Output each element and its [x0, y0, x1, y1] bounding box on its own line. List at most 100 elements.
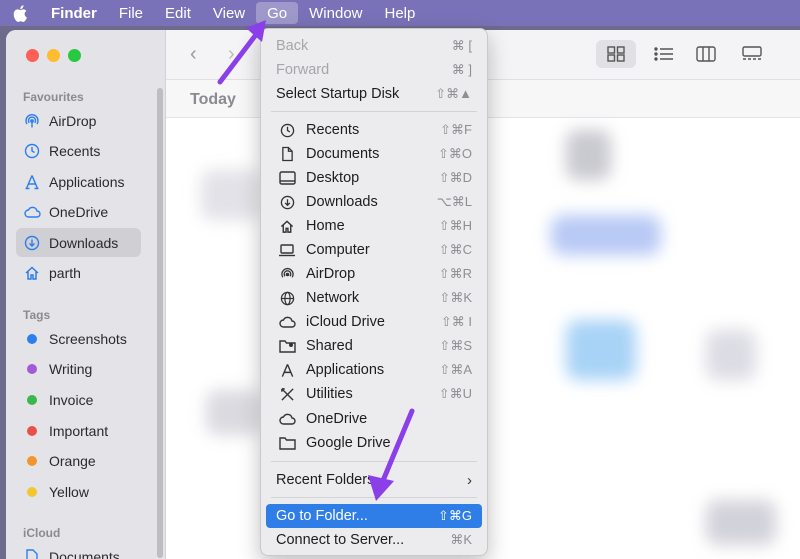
- tags-heading: Tags: [23, 308, 51, 322]
- sidebar-tag-screenshots[interactable]: Screenshots: [16, 324, 141, 353]
- blurred-file-thumbnail[interactable]: [566, 320, 636, 380]
- sidebar-item-documents[interactable]: Documents: [16, 542, 141, 559]
- sidebar: Favourites AirDrop Recents Applications …: [6, 30, 166, 559]
- menu-item-connect-to-server[interactable]: Connect to Server... ⌘K: [266, 528, 482, 552]
- menu-finder[interactable]: Finder: [40, 0, 108, 26]
- menu-shortcut: ⇧⌘A: [439, 362, 472, 377]
- applications-icon: [23, 174, 41, 190]
- icon-view-button[interactable]: [596, 40, 636, 68]
- sidebar-item-label: AirDrop: [49, 112, 97, 129]
- menu-item-forward[interactable]: Forward ⌘ ]: [266, 58, 482, 82]
- menu-item-back[interactable]: Back ⌘ [: [266, 34, 482, 58]
- close-button[interactable]: [26, 49, 39, 62]
- sidebar-item-parth[interactable]: parth: [16, 258, 141, 287]
- sidebar-tag-important[interactable]: Important: [16, 416, 141, 445]
- home-icon: [23, 265, 41, 281]
- menu-shortcut: ⇧⌘D: [438, 170, 472, 185]
- sidebar-tag-yellow[interactable]: Yellow: [16, 477, 141, 506]
- sidebar-item-label: Yellow: [49, 483, 89, 500]
- menu-help[interactable]: Help: [374, 0, 427, 26]
- tag-dot-icon: [27, 363, 37, 374]
- back-chevron-icon[interactable]: ‹: [190, 43, 197, 66]
- blurred-file-thumbnail[interactable]: [706, 500, 776, 545]
- blurred-file-thumbnail[interactable]: [201, 170, 261, 220]
- sidebar-tag-orange[interactable]: Orange: [16, 446, 141, 475]
- sidebar-item-label: Downloads: [49, 234, 119, 251]
- shared-folder-icon: [276, 339, 298, 353]
- sidebar-item-label: Recents: [49, 142, 101, 159]
- blurred-file-thumbnail[interactable]: [551, 215, 661, 255]
- list-view-button[interactable]: [644, 40, 684, 68]
- folder-icon: [276, 436, 298, 450]
- download-icon: [276, 195, 298, 210]
- sidebar-item-label: parth: [49, 264, 81, 281]
- menu-item-recents[interactable]: Recents ⇧⌘F: [266, 118, 482, 142]
- blurred-file-thumbnail[interactable]: [706, 330, 756, 380]
- menu-shortcut: ⌘ [: [451, 38, 472, 53]
- cloud-icon: [276, 413, 298, 425]
- clock-icon: [276, 123, 298, 138]
- menu-window[interactable]: Window: [298, 0, 373, 26]
- zoom-button[interactable]: [68, 49, 81, 62]
- menu-item-shared[interactable]: Shared ⇧⌘S: [266, 334, 482, 358]
- globe-icon: [276, 291, 298, 306]
- menu-item-label: AirDrop: [306, 266, 356, 282]
- menu-item-documents[interactable]: Documents ⇧⌘O: [266, 142, 482, 166]
- sidebar-item-label: Orange: [49, 452, 96, 469]
- menu-file[interactable]: File: [108, 0, 154, 26]
- sidebar-item-onedrive[interactable]: OneDrive: [16, 197, 141, 226]
- menu-item-network[interactable]: Network ⇧⌘K: [266, 286, 482, 310]
- menu-item-airdrop[interactable]: AirDrop ⇧⌘R: [266, 262, 482, 286]
- menu-item-computer[interactable]: Computer ⇧⌘C: [266, 238, 482, 262]
- column-view-button[interactable]: [686, 40, 726, 68]
- menu-item-go-to-folder[interactable]: Go to Folder... ⇧⌘G: [266, 504, 482, 528]
- menu-separator: [271, 111, 477, 112]
- menu-shortcut: ⇧⌘ I: [440, 314, 472, 329]
- menu-shortcut: ⇧⌘U: [438, 386, 472, 401]
- sidebar-tag-writing[interactable]: Writing: [16, 354, 141, 383]
- sidebar-item-downloads[interactable]: Downloads: [16, 228, 141, 257]
- tag-dot-icon: [27, 394, 37, 405]
- tag-dot-icon: [27, 455, 37, 466]
- document-icon: [23, 548, 41, 559]
- menu-item-applications[interactable]: Applications ⇧⌘A: [266, 358, 482, 382]
- utilities-icon: [276, 387, 298, 402]
- sidebar-item-label: OneDrive: [49, 203, 109, 220]
- menu-item-label: Shared: [306, 338, 353, 354]
- menu-item-label: Network: [306, 290, 360, 306]
- sidebar-item-airdrop[interactable]: AirDrop: [16, 106, 141, 135]
- sidebar-item-label: Applications: [49, 173, 125, 190]
- menu-item-desktop[interactable]: Desktop ⇧⌘D: [266, 166, 482, 190]
- section-title: Today: [190, 91, 236, 108]
- apple-icon[interactable]: [0, 4, 40, 22]
- sidebar-tag-invoice[interactable]: Invoice: [16, 385, 141, 414]
- annotation-arrow-icon: [217, 20, 266, 85]
- menu-item-utilities[interactable]: Utilities ⇧⌘U: [266, 382, 482, 406]
- menu-item-downloads[interactable]: Downloads ⌥⌘L: [266, 190, 482, 214]
- menu-item-label: Recents: [306, 122, 360, 138]
- laptop-icon: [276, 243, 298, 257]
- menu-item-label: Utilities: [306, 386, 353, 402]
- gallery-view-button[interactable]: [732, 40, 772, 68]
- menu-shortcut: ⌘K: [450, 532, 472, 547]
- icloud-heading: iCloud: [23, 526, 61, 540]
- menu-item-icloud-drive[interactable]: iCloud Drive ⇧⌘ I: [266, 310, 482, 334]
- menu-edit[interactable]: Edit: [154, 0, 202, 26]
- cloud-icon: [23, 206, 41, 218]
- menu-item-select-startup-disk[interactable]: Select Startup Disk ⇧⌘▲: [266, 82, 482, 106]
- menu-shortcut: ⇧⌘O: [437, 146, 472, 161]
- airdrop-icon: [276, 267, 298, 282]
- blurred-file-thumbnail[interactable]: [566, 130, 611, 180]
- blurred-file-thumbnail[interactable]: [206, 390, 261, 435]
- sidebar-item-applications[interactable]: Applications: [16, 167, 141, 196]
- menu-shortcut: ⇧⌘G: [437, 508, 472, 523]
- sidebar-scrollbar[interactable]: [157, 88, 163, 558]
- favourites-heading: Favourites: [23, 90, 84, 104]
- menu-item-home[interactable]: Home ⇧⌘H: [266, 214, 482, 238]
- menu-shortcut: ⇧⌘R: [438, 266, 472, 281]
- minimize-button[interactable]: [47, 49, 60, 62]
- menu-item-label: OneDrive: [306, 411, 368, 427]
- clock-icon: [23, 143, 41, 159]
- sidebar-item-recents[interactable]: Recents: [16, 136, 141, 165]
- menu-item-label: Connect to Server...: [276, 532, 405, 548]
